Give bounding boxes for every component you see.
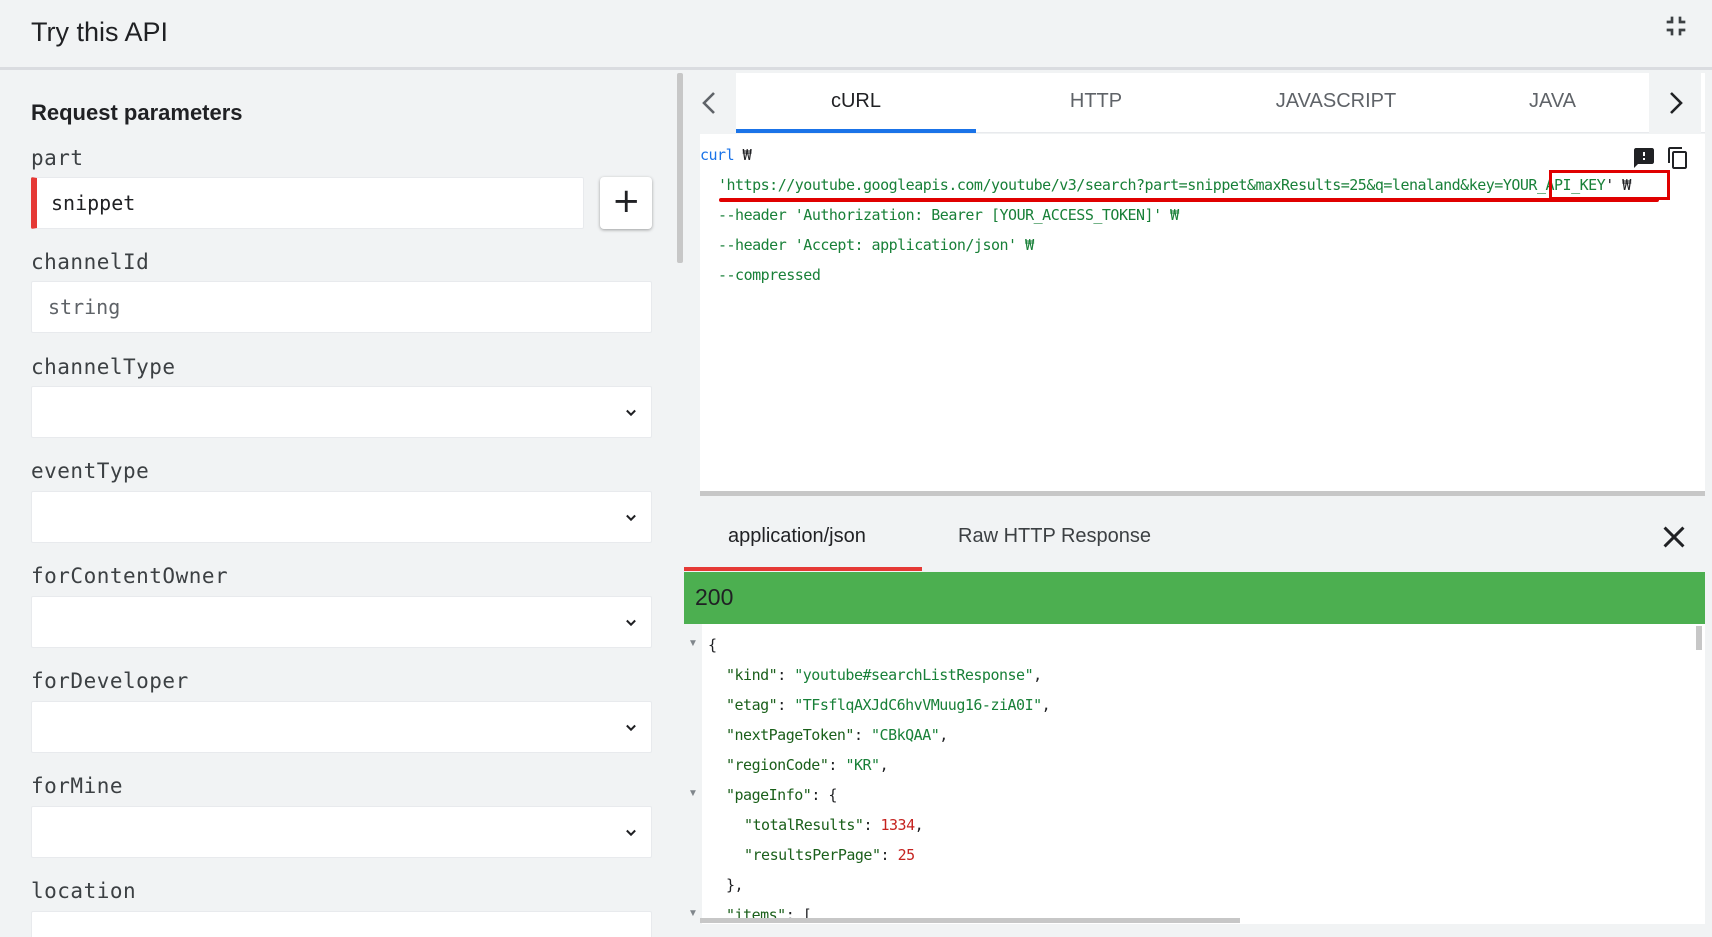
- tab-raw-http-response[interactable]: Raw HTTP Response: [958, 507, 1151, 571]
- fold-toggle-icon[interactable]: ▼: [688, 788, 698, 799]
- json-line: "resultsPerPage": 25: [744, 846, 915, 864]
- tabs-scroll-right-button[interactable]: [1649, 73, 1701, 133]
- tab-java[interactable]: JAVA: [1456, 73, 1649, 133]
- chevron-down-icon: [626, 829, 636, 837]
- tabs-scroll-left-button[interactable]: [684, 73, 736, 133]
- fold-toggle-icon[interactable]: ▼: [688, 638, 698, 649]
- forDeveloper-select[interactable]: [31, 701, 652, 753]
- json-line: "kind": "youtube#searchListResponse",: [726, 666, 1042, 684]
- code-language-tabs: cURL HTTP JAVASCRIPT JAVA: [684, 73, 1705, 133]
- request-url: https://youtube.googleapis.com/youtube/v…: [726, 176, 1504, 194]
- param-label-channelId: channelId: [31, 250, 150, 274]
- collapse-fullscreen-icon[interactable]: [1660, 10, 1692, 42]
- code-line-2: 'https://youtube.googleapis.com/youtube/…: [718, 176, 1631, 194]
- json-line: "etag": "TFsflqAXJdC6hvVMuug16-ziA0I",: [726, 696, 1051, 714]
- json-line: "regionCode": "KR",: [726, 756, 889, 774]
- channelId-input[interactable]: string: [31, 281, 652, 333]
- request-parameters-panel: Request parameters part snippet + channe…: [0, 73, 672, 937]
- code-gutter: [684, 134, 700, 496]
- section-title: Request parameters: [31, 100, 243, 125]
- json-line: "pageInfo": {: [726, 786, 837, 804]
- part-input[interactable]: snippet: [31, 177, 584, 229]
- header: Try this API: [0, 0, 1712, 70]
- code-line-4: --header 'Accept: application/json' ₩: [718, 236, 1034, 254]
- page-title: Try this API: [31, 17, 169, 47]
- code-horizontal-scrollbar[interactable]: [700, 491, 1705, 496]
- tab-http[interactable]: HTTP: [976, 73, 1216, 133]
- response-status-bar: 200: [684, 572, 1705, 624]
- chevron-down-icon: [626, 724, 636, 732]
- param-label-eventType: eventType: [31, 459, 150, 483]
- status-code: 200: [695, 584, 734, 610]
- param-label-forDeveloper: forDeveloper: [31, 669, 189, 693]
- param-label-forMine: forMine: [31, 774, 124, 798]
- code-line-3: --header 'Authorization: Bearer [YOUR_AC…: [718, 206, 1179, 224]
- code-line-5: --compressed: [718, 266, 821, 284]
- close-icon[interactable]: [1656, 519, 1692, 555]
- chevron-down-icon: [626, 409, 636, 417]
- chevron-down-icon: [626, 619, 636, 627]
- plus-icon: +: [612, 181, 641, 221]
- param-label-part: part: [31, 146, 84, 170]
- eventType-select[interactable]: [31, 491, 652, 543]
- channelId-placeholder: string: [48, 295, 121, 319]
- json-line: "nextPageToken": "CBkQAA",: [726, 726, 948, 744]
- tab-javascript[interactable]: JAVASCRIPT: [1216, 73, 1456, 133]
- response-tabs: application/json Raw HTTP Response: [684, 507, 1705, 571]
- json-response[interactable]: ▼ { "kind": "youtube#searchListResponse"…: [684, 624, 1705, 924]
- json-line: "totalResults": 1334,: [744, 816, 924, 834]
- location-input[interactable]: [31, 911, 652, 937]
- params-scrollbar[interactable]: [677, 73, 683, 263]
- api-key-highlight-box: [1549, 170, 1670, 200]
- param-label-forContentOwner: forContentOwner: [31, 564, 229, 588]
- forMine-select[interactable]: [31, 806, 652, 858]
- copy-icon[interactable]: [1666, 146, 1690, 170]
- chevron-down-icon: [626, 514, 636, 522]
- url-highlight-underline: [719, 198, 1659, 202]
- json-line: {: [708, 636, 717, 654]
- json-line: },: [726, 876, 744, 894]
- param-label-channelType: channelType: [31, 355, 176, 379]
- code-line-1: curl ₩: [700, 146, 752, 164]
- json-vertical-scrollbar[interactable]: [1696, 626, 1702, 650]
- channelType-select[interactable]: [31, 386, 652, 438]
- tab-curl[interactable]: cURL: [736, 73, 976, 133]
- json-gutter: [684, 624, 702, 924]
- tab-application-json[interactable]: application/json: [684, 507, 922, 571]
- param-label-location: location: [31, 879, 137, 903]
- part-input-value: snippet: [51, 191, 136, 215]
- fold-toggle-icon[interactable]: ▼: [688, 908, 698, 919]
- add-part-button[interactable]: +: [600, 177, 652, 229]
- forContentOwner-select[interactable]: [31, 596, 652, 648]
- json-horizontal-scrollbar[interactable]: [700, 918, 1240, 923]
- feedback-icon[interactable]: [1632, 146, 1656, 170]
